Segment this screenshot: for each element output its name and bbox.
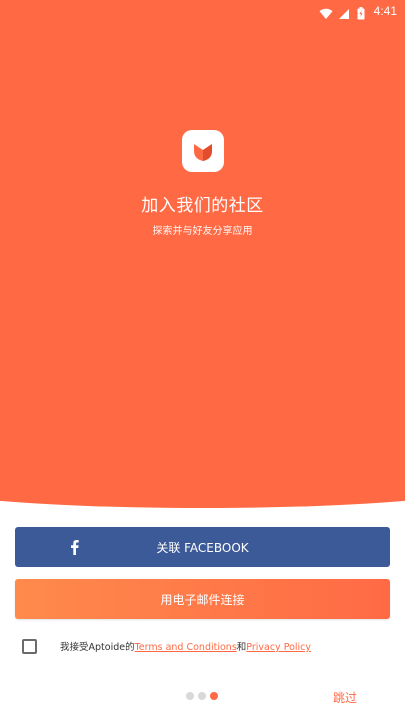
facebook-button-label: 关联 FACEBOOK — [156, 540, 249, 555]
page-dot-active — [210, 692, 218, 700]
signal-icon — [338, 5, 352, 19]
terms-prefix: 我接受Aptoide的 — [60, 642, 135, 653]
terms-conjunction: 和 — [236, 642, 247, 653]
hero-subtitle: 探索并与好友分享应用 — [152, 226, 253, 237]
page-dot — [198, 692, 206, 700]
terms-row: 我接受Aptoide的Terms and Conditions和Privacy … — [22, 636, 311, 656]
terms-and-conditions-link[interactable]: Terms and Conditions — [135, 642, 237, 653]
battery-icon — [357, 5, 365, 19]
status-time: 4:41 — [373, 4, 397, 18]
aptoide-logo — [182, 130, 224, 172]
email-connect-button[interactable]: 用电子邮件连接 — [15, 579, 390, 619]
page-indicator — [186, 692, 218, 700]
skip-button[interactable]: 跳过 — [333, 689, 357, 706]
terms-checkbox[interactable] — [22, 638, 37, 654]
onboarding-screen: 4:41 加入我们的社区 探索并与好友分享应用 关联 FACEBOOK 用电子邮… — [0, 0, 405, 720]
facebook-connect-button[interactable]: 关联 FACEBOOK — [15, 527, 390, 567]
email-button-label: 用电子邮件连接 — [160, 592, 245, 607]
status-bar: 4:41 — [0, 0, 405, 22]
page-dot — [186, 692, 194, 700]
wifi-icon — [319, 5, 333, 19]
facebook-icon — [67, 537, 81, 557]
hero-title: 加入我们的社区 — [141, 196, 264, 216]
terms-text: 我接受Aptoide的Terms and Conditions和Privacy … — [60, 639, 311, 653]
hero-content: 加入我们的社区 探索并与好友分享应用 — [0, 0, 405, 500]
privacy-policy-link[interactable]: Privacy Policy — [246, 642, 311, 653]
